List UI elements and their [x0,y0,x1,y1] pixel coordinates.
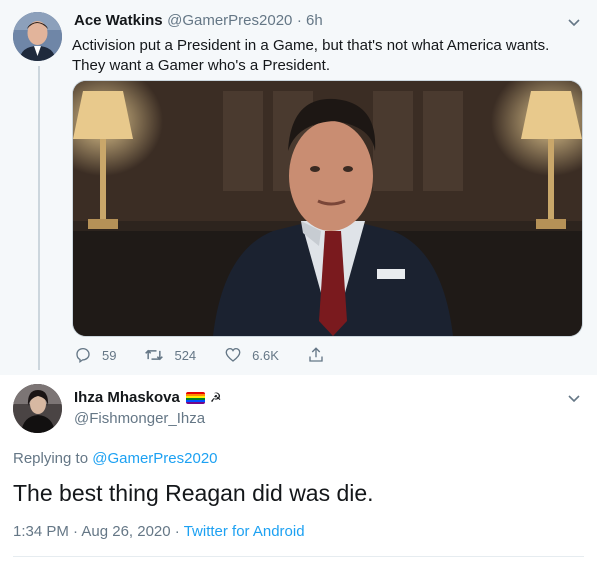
retweet-button[interactable]: 524 [144,346,196,364]
share-button[interactable] [307,346,335,364]
chevron-down-icon[interactable] [566,390,582,406]
like-count: 6.6K [252,347,279,363]
source-link[interactable]: Twitter for Android [184,523,305,540]
retweet-icon [145,349,164,361]
replying-prefix: Replying to [13,450,89,467]
author-name[interactable]: Ihza Mhaskova [74,389,180,406]
thread-line [38,66,40,370]
rainbow-flag-icon [185,391,205,404]
reply-count: 59 [102,347,117,363]
tweet-meta: 1:34 PM · Aug 26, 2020 · Twitter for And… [13,523,305,540]
reply-button[interactable]: 59 [74,346,116,364]
tweet-time[interactable]: · 6h [297,12,323,29]
parent-tweet[interactable]: Ace Watkins @GamerPres2020 · 6h Activisi… [0,0,597,375]
replying-to: Replying to @GamerPres2020 [13,450,218,467]
share-icon [309,347,323,362]
hammer-sickle-icon: ☭ [209,389,222,405]
reply-icon [76,347,90,364]
replying-to-link[interactable]: @GamerPres2020 [92,450,217,467]
timestamp[interactable]: 1:34 PM · Aug 26, 2020 · [13,523,180,540]
tweet-media-image[interactable] [72,80,583,337]
author-name[interactable]: Ace Watkins [74,12,163,29]
avatar[interactable] [13,12,62,61]
tweet-header: Ace Watkins @GamerPres2020 · 6h [74,12,323,30]
like-button[interactable]: 6.6K [224,346,279,364]
author-handle[interactable]: @GamerPres2020 [167,12,292,29]
author-handle[interactable]: @Fishmonger_Ihza [74,410,205,427]
chevron-down-icon[interactable] [566,14,582,30]
tweet-actions: 59 524 6.6K [74,344,363,366]
avatar[interactable] [13,384,62,433]
divider [13,556,584,557]
reply-text: The best thing Reagan did was die. [13,480,374,506]
heart-icon [225,347,241,362]
reply-author: Ihza Mhaskova ☭ [74,389,222,406]
retweet-count: 524 [174,347,197,363]
tweet-text: Activision put a President in a Game, bu… [72,37,550,74]
